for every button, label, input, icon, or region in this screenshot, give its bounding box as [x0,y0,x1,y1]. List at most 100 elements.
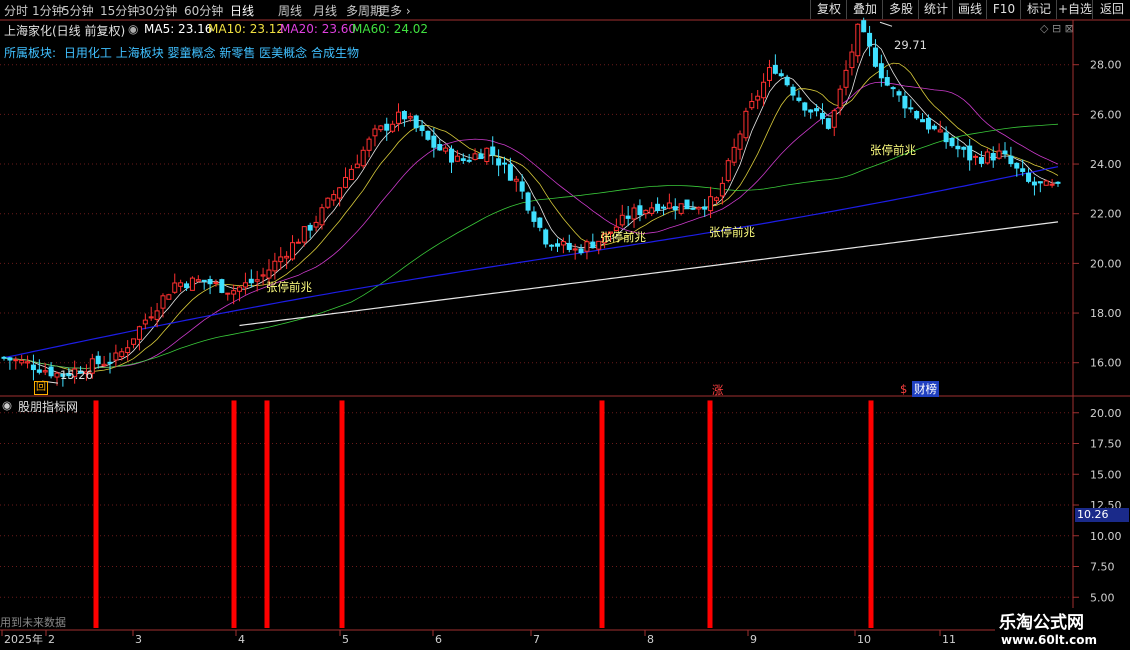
candle-body [931,125,937,130]
candle-body [896,91,902,96]
candle-body [490,146,496,156]
candle-body [554,243,560,247]
candle-body [590,241,596,249]
candle-body [160,295,166,309]
candle-body [755,95,761,101]
candle-body [213,281,219,284]
candle-body [502,162,508,165]
signal-label: 张停前兆 [266,280,312,294]
candle-body [902,95,908,109]
candle-body [337,187,343,199]
indicator-tick-label: 15.00 [1090,468,1122,481]
cai-icon[interactable]: $ [900,382,907,396]
candle-body [1002,150,1008,155]
candle-body [396,111,402,124]
candle-body [549,244,555,247]
candle-body [231,290,237,295]
candle-body [460,158,466,161]
candle-body [107,361,113,364]
candle-body [148,316,154,319]
price-tick-label: 26.00 [1090,108,1122,121]
candle-body [967,145,973,161]
price-tick-label: 18.00 [1090,307,1122,320]
candle-body [949,138,955,147]
candle-body [655,203,661,211]
candle-body [578,248,584,254]
candle-body [1055,181,1061,184]
candle-body [401,111,407,120]
candle-body [625,215,631,219]
candle-body [1043,180,1049,186]
candle-body [19,359,25,364]
candle-body [973,155,979,158]
candle-body [248,278,254,284]
candle-body [237,286,243,292]
date-tick-label: 8 [647,633,654,646]
candle-body [7,357,13,361]
hui-badge[interactable]: 回 [34,381,48,395]
candle-body [637,205,643,216]
indicator-tick-label: 10.00 [1090,530,1122,543]
candle-body [42,370,48,373]
candle-body [454,155,460,162]
candle-body [184,283,190,289]
candle-body [254,279,260,282]
candle-body [325,197,331,208]
candle-body [354,163,360,169]
candle-body [1,356,7,359]
zhang-badge[interactable]: 涨 [712,382,724,398]
candle-body [390,123,396,132]
candle-body [684,199,690,210]
watermark-title: 乐淘公式网 [999,613,1084,633]
candle-body [890,87,896,90]
candle-body [307,224,313,231]
candle-body [30,364,36,371]
candle-body [431,135,437,148]
watermark: 乐淘公式网 www.60lt.com [995,608,1130,650]
candle-body [207,279,213,285]
candle-body [1031,181,1037,186]
candle-body [131,338,137,345]
candle-body [290,242,296,260]
candle-body [525,192,531,211]
signal-bar [93,400,99,628]
candle-body [449,148,455,163]
caibang-badge[interactable]: 财榜 [912,381,939,397]
signal-bar [264,400,270,628]
indicator-toggle-icon[interactable]: ◉ [2,398,12,412]
candle-body [884,77,890,86]
candle-body [278,256,284,263]
candle-body [419,125,425,131]
candle-body [878,63,884,79]
candle-body [643,209,649,215]
candle-body [914,111,920,119]
candle-body [543,229,549,245]
indicator-tick-label: 5.00 [1090,591,1115,604]
candle-body [384,123,390,131]
candle-body [1020,168,1026,172]
candle-body [25,361,31,364]
candle-body [378,125,384,131]
candle-body [743,110,749,139]
signal-bar [707,400,713,628]
date-tick-label: 11 [942,633,956,646]
price-chart: 16.00 18.00 20.00 22.00 24.00 26.00 28.00 5.00 7… [0,17,1130,650]
candle-body [996,150,1002,159]
candle-body [313,221,319,228]
candle-body [437,144,443,151]
candle-body [790,86,796,96]
candle-body [802,102,808,111]
candle-body [867,32,873,47]
candle-body [843,69,849,88]
candle-body [584,241,590,252]
candle-body [125,347,131,354]
candle-body [343,176,349,188]
candle-body [189,277,195,291]
indicator-tick-label: 7.50 [1090,561,1115,574]
candle-body [619,214,625,226]
candle-body [537,217,543,228]
candle-body [819,112,825,119]
candle-body [778,73,784,77]
candle-body [713,197,719,201]
high-marker [879,21,893,27]
